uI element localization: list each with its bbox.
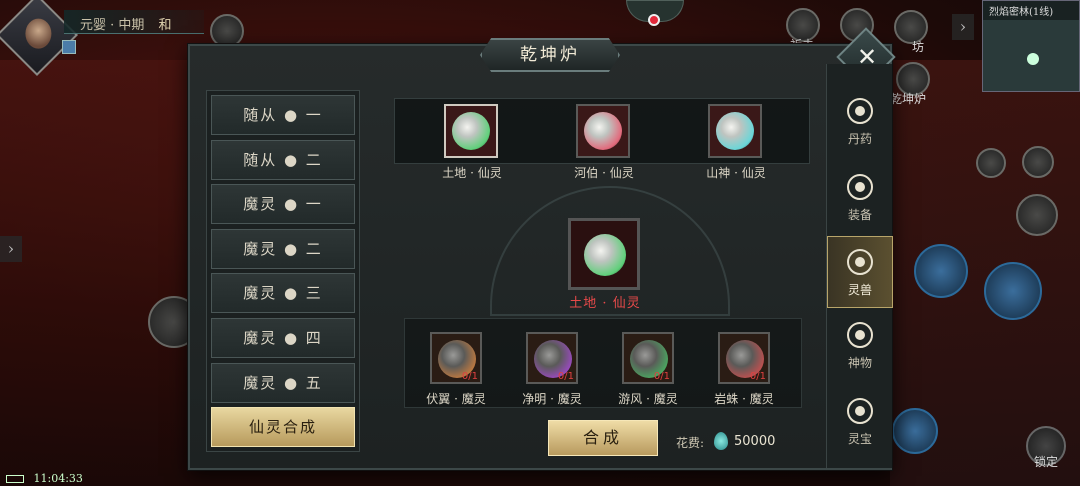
swords-icon (844, 172, 876, 202)
selected-target-label: 土地 · 仙灵 (569, 296, 641, 311)
player-rank-bar: 元婴 · 中期 和 (64, 10, 204, 34)
material-slot[interactable]: 0/1 (622, 332, 674, 384)
category-tabs: 丹药装备灵兽神物灵宝 (826, 64, 893, 468)
side-label-3: 乾坤炉 (890, 92, 927, 106)
skill-button-1[interactable] (914, 244, 968, 298)
spiral-icon (844, 396, 876, 426)
expand-right-icon[interactable]: › (952, 14, 974, 40)
skill-button-4[interactable] (1016, 194, 1058, 236)
tab-1[interactable]: 装备 (827, 162, 893, 234)
status-bar: 11:04:33 (0, 472, 190, 486)
tab-4[interactable]: 灵宝 (827, 386, 893, 458)
fan-icon (844, 320, 876, 350)
material-slot[interactable]: 0/1 (430, 332, 482, 384)
minimap[interactable]: 烈焰密林(1线) (982, 0, 1080, 92)
material-count: 0/1 (557, 371, 574, 382)
category-list: 随从 ● 一随从 ● 二魔灵 ● 一魔灵 ● 二魔灵 ● 三魔灵 ● 四魔灵 ●… (206, 90, 360, 452)
material-label: 游风 · 魔灵 (618, 392, 678, 406)
player-name: 和 (158, 18, 172, 33)
material-count: 0/1 (749, 371, 766, 382)
selected-target-icon (584, 234, 626, 276)
side-label-2: 坊 (912, 40, 925, 54)
clock: 11:04:33 (33, 472, 83, 485)
target-slot[interactable] (444, 104, 498, 158)
player-rank: 元婴 · 中期 (80, 18, 145, 33)
target-slot[interactable] (576, 104, 630, 158)
notification-dot (648, 14, 660, 26)
tab-label: 神物 (847, 356, 872, 370)
list-item[interactable]: 魔灵 ● 三 (211, 273, 355, 314)
spirit-orb-icon (452, 112, 490, 150)
spirit-orb-icon (584, 112, 622, 150)
material-slot[interactable]: 0/1 (718, 332, 770, 384)
skill-button-6[interactable] (1022, 146, 1054, 178)
selected-target-slot[interactable] (568, 218, 640, 290)
game-scene-left (0, 60, 190, 486)
battery-icon (6, 475, 24, 483)
list-item[interactable]: 随从 ● 二 (211, 139, 355, 180)
cauldron-panel: 乾坤炉 ✕ 随从 ● 一随从 ● 二魔灵 ● 一魔灵 ● 二魔灵 ● 三魔灵 ●… (188, 27, 896, 470)
panel-title: 乾坤炉 (480, 38, 620, 72)
list-item[interactable]: 魔灵 ● 四 (211, 317, 355, 358)
list-item[interactable]: 魔灵 ● 五 (211, 362, 355, 403)
list-item[interactable]: 随从 ● 一 (211, 95, 355, 135)
synthesize-button[interactable]: 合成 (548, 420, 658, 456)
list-item[interactable]: 仙灵合成 (211, 407, 355, 448)
tab-label: 灵宝 (847, 432, 872, 446)
player-marker-icon (1027, 53, 1039, 65)
material-label: 净明 · 魔灵 (522, 392, 582, 406)
target-label: 山神 · 仙灵 (706, 166, 766, 180)
player-badge-icon (62, 40, 76, 54)
tab-2[interactable]: 灵兽 (827, 236, 893, 308)
mortar-icon (844, 96, 876, 126)
tab-3[interactable]: 神物 (827, 310, 893, 382)
material-label: 伏翼 · 魔灵 (426, 392, 486, 406)
expand-left-icon[interactable]: › (0, 236, 22, 262)
tab-0[interactable]: 丹药 (827, 86, 893, 158)
skill-button-2[interactable] (984, 262, 1042, 320)
tab-label: 装备 (847, 208, 872, 222)
material-label: 岩蛛 · 魔灵 (714, 392, 774, 406)
target-label: 土地 · 仙灵 (442, 166, 502, 180)
cost-label: 花费: (676, 436, 705, 450)
spirit-crystal-icon (714, 432, 728, 450)
skill-button-5[interactable] (976, 148, 1006, 178)
target-label: 河伯 · 仙灵 (574, 166, 634, 180)
minimap-title: 烈焰密林(1线) (983, 1, 1079, 20)
material-count: 0/1 (461, 371, 478, 382)
spirit-orb-icon (716, 112, 754, 150)
target-slot[interactable] (708, 104, 762, 158)
skill-button-3[interactable] (892, 408, 938, 454)
cost-value: 50000 (734, 434, 776, 449)
paw-icon (844, 247, 876, 277)
list-item[interactable]: 魔灵 ● 一 (211, 184, 355, 225)
tab-label: 丹药 (847, 132, 872, 146)
material-count: 0/1 (653, 371, 670, 382)
material-slot[interactable]: 0/1 (526, 332, 578, 384)
menu-icon-1[interactable] (210, 14, 244, 48)
tab-label: 灵兽 (847, 283, 872, 297)
target-lock-label: 锁定 (1033, 455, 1058, 469)
list-item[interactable]: 魔灵 ● 二 (211, 228, 355, 269)
